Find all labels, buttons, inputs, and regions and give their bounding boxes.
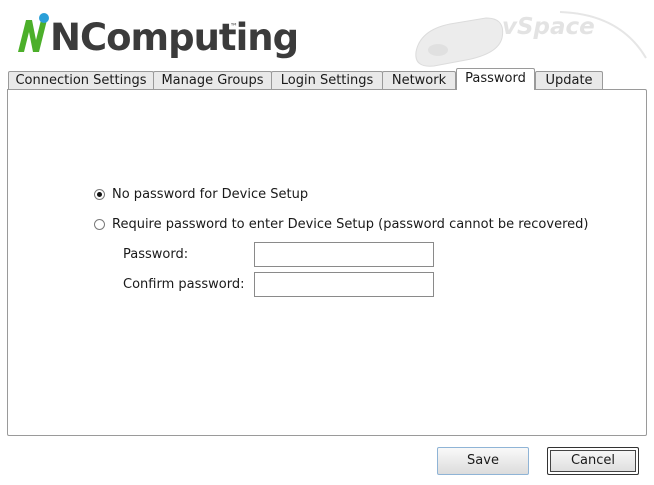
logo-text: NComputing — [50, 16, 299, 59]
confirm-password-label: Confirm password: — [123, 277, 245, 292]
save-button[interactable]: Save — [437, 447, 529, 475]
app-header: NComputing ™ vSpace — [0, 0, 654, 68]
require-password-option[interactable]: Require password to enter Device Setup (… — [94, 217, 588, 232]
tab-update[interactable]: Update — [535, 71, 603, 89]
cancel-button[interactable]: Cancel — [547, 447, 639, 475]
tab-manage-groups[interactable]: Manage Groups — [153, 71, 272, 89]
require-password-radio[interactable] — [94, 219, 105, 230]
tab-connection-settings[interactable]: Connection Settings — [8, 71, 154, 89]
require-password-label: Require password to enter Device Setup (… — [112, 217, 589, 232]
tab-password[interactable]: Password — [456, 68, 535, 90]
logo-n-icon — [18, 13, 49, 52]
confirm-password-input[interactable] — [254, 272, 434, 297]
password-label: Password: — [123, 247, 189, 262]
vspace-logo-text: vSpace — [502, 14, 595, 40]
no-password-label: No password for Device Setup — [112, 187, 309, 202]
no-password-option[interactable]: No password for Device Setup — [94, 187, 308, 202]
no-password-radio[interactable] — [94, 189, 105, 200]
trademark-mark: ™ — [230, 22, 238, 31]
password-settings-panel: No password for Device Setup Require pas… — [7, 89, 647, 436]
tab-login-settings[interactable]: Login Settings — [271, 71, 383, 89]
tab-network[interactable]: Network — [382, 71, 456, 89]
password-input[interactable] — [254, 242, 434, 267]
